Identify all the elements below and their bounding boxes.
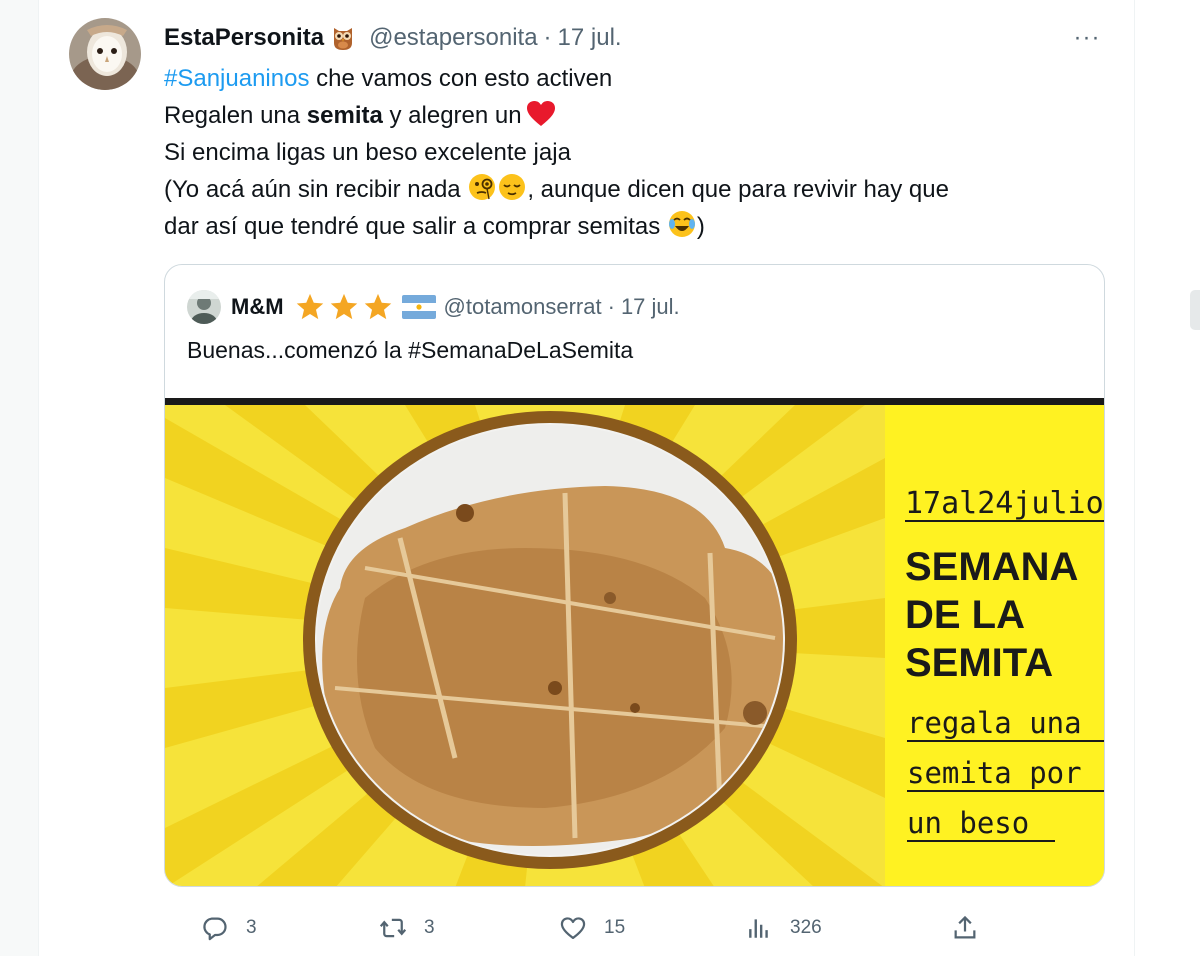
argentina-flag-icon xyxy=(401,295,436,319)
tweet-line-3: Si encima ligas un beso excelente jaja xyxy=(164,139,571,166)
reply-icon xyxy=(200,913,230,943)
image-dates: 17al24julio xyxy=(905,486,1104,521)
text-span: ) xyxy=(696,213,705,240)
views-button[interactable]: 326 xyxy=(744,908,822,948)
right-gutter xyxy=(1135,0,1200,956)
text-span: che vamos con esto activen xyxy=(309,65,613,92)
relieved-face-emoji-icon xyxy=(497,172,527,213)
share-icon xyxy=(950,913,980,943)
text-span: , aunque dicen que para revivir hay que xyxy=(527,176,949,203)
name-badges xyxy=(294,292,444,322)
reply-button[interactable]: 3 xyxy=(200,908,257,948)
like-button[interactable]: 15 xyxy=(558,908,625,948)
tweet-header: EstaPersonita @estapersonita · 17 jul. xyxy=(164,20,622,56)
retweet-icon xyxy=(378,913,408,943)
text-span: Regalen una xyxy=(164,102,307,129)
share-button[interactable] xyxy=(950,908,980,948)
tweet-line-2: Regalen una semita y alegren un xyxy=(164,97,1104,134)
star-icon xyxy=(296,293,323,320)
crying-laughing-emoji-icon xyxy=(667,209,697,250)
reply-count: 3 xyxy=(246,917,257,938)
tweet[interactable]: EstaPersonita @estapersonita · 17 jul. ·… xyxy=(39,0,1134,956)
avatar[interactable] xyxy=(69,18,141,90)
red-heart-emoji-icon xyxy=(526,100,556,138)
quoted-display-name[interactable]: M&M xyxy=(231,294,284,320)
like-count: 15 xyxy=(604,917,626,938)
quoted-tweet-text: Buenas...comenzó la #SemanaDeLaSemita xyxy=(187,337,634,363)
hashtag-link[interactable]: #Sanjuaninos xyxy=(164,65,309,92)
text-span: y alegren un xyxy=(382,102,522,129)
text-span: dar así que tendré que salir a comprar s… xyxy=(164,213,667,240)
left-gutter xyxy=(0,0,38,956)
scrollbar[interactable] xyxy=(1190,290,1200,330)
image-subtitle-line-1: regala una xyxy=(907,706,1082,740)
quoted-handle[interactable]: @totamonserrat xyxy=(444,294,602,320)
more-icon: ··· xyxy=(1073,24,1101,51)
quoted-timestamp[interactable]: 17 jul. xyxy=(621,294,680,320)
timestamp[interactable]: 17 jul. xyxy=(558,24,622,52)
tweet-line-4: (Yo acá aún sin recibir nada , aunque di… xyxy=(164,171,1104,208)
bold-text: semita xyxy=(306,102,383,129)
retweet-count: 3 xyxy=(424,917,435,938)
views-count: 326 xyxy=(790,917,822,938)
views-chart-icon xyxy=(744,913,774,943)
text-span: (Yo acá aún sin recibir nada xyxy=(164,176,468,203)
separator: · xyxy=(607,294,615,319)
action-bar: 3 3 15 326 xyxy=(164,908,1124,948)
image-title-line-3: SEMITA xyxy=(905,641,1053,685)
retweet-button[interactable]: 3 xyxy=(378,908,435,948)
star-icon xyxy=(330,293,357,320)
handle[interactable]: @estapersonita xyxy=(369,24,537,52)
star-icon xyxy=(364,293,391,320)
image-title-line-1: SEMANA xyxy=(905,545,1078,589)
separator: · xyxy=(543,24,552,51)
more-options-button[interactable]: ··· xyxy=(1067,20,1107,56)
owl-emoji-icon xyxy=(331,25,355,51)
tweet-text: #Sanjuaninos che vamos con esto activen … xyxy=(164,60,1104,245)
tweet-line-1: #Sanjuaninos che vamos con esto activen xyxy=(164,60,1104,97)
quoted-media-image[interactable]: 17al24julio SEMANA DE LA SEMITA regala u… xyxy=(165,398,1104,886)
face-with-monocle-emoji-icon xyxy=(467,172,497,213)
quoted-avatar[interactable] xyxy=(187,290,221,324)
quoted-tweet[interactable]: M&M @totamonserrat · 17 jul. Buenas...co… xyxy=(164,264,1105,887)
image-subtitle-line-3: un beso xyxy=(907,806,1029,840)
heart-icon xyxy=(558,913,588,943)
image-subtitle-line-2: semita por xyxy=(907,756,1082,790)
image-title-line-2: DE LA xyxy=(905,593,1025,637)
quoted-tweet-header: M&M @totamonserrat · 17 jul. xyxy=(187,287,680,327)
display-name[interactable]: EstaPersonita xyxy=(164,24,324,52)
tweet-line-5: dar así que tendré que salir a comprar s… xyxy=(164,208,1104,245)
